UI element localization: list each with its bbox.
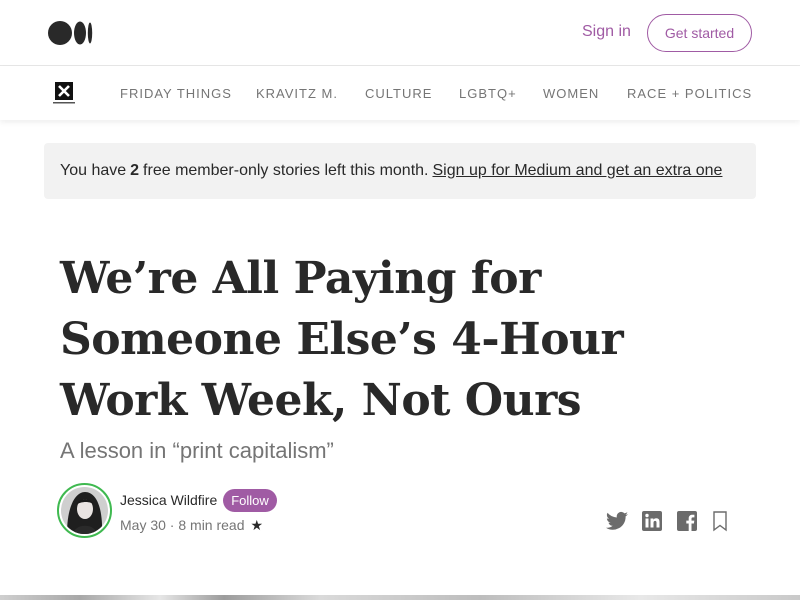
- get-started-button[interactable]: Get started: [647, 14, 752, 52]
- linkedin-icon[interactable]: [640, 509, 664, 533]
- member-star-icon: ★: [250, 517, 264, 533]
- nav-item-race-politics[interactable]: RACE + POLITICS: [627, 86, 752, 101]
- banner-count: 2: [130, 162, 140, 179]
- signup-link[interactable]: Sign up for Medium and get an extra one: [432, 162, 722, 180]
- bookmark-icon[interactable]: [708, 509, 732, 533]
- article-date-readtime: May 30 · 8 min read: [120, 517, 245, 533]
- medium-logo-icon[interactable]: [48, 21, 94, 45]
- nav-item-culture[interactable]: CULTURE: [365, 86, 432, 101]
- nav-item-kravitz-m[interactable]: KRAVITZ M.: [256, 86, 338, 101]
- article-subtitle: A lesson in “print capitalism”: [60, 438, 334, 463]
- publication-nav: FRIDAY THINGS KRAVITZ M. CULTURE LGBTQ+ …: [0, 66, 800, 120]
- twitter-icon[interactable]: [605, 509, 629, 533]
- sign-in-link[interactable]: Sign in: [582, 23, 631, 41]
- author-avatar[interactable]: [57, 483, 112, 538]
- facebook-icon[interactable]: [675, 509, 699, 533]
- publication-x-logo-icon[interactable]: [53, 80, 75, 106]
- nav-item-lgbtq[interactable]: LGBTQ+: [459, 86, 517, 101]
- banner-suffix: free member-only stories left this month…: [143, 162, 429, 179]
- follow-button[interactable]: Follow: [223, 489, 277, 512]
- article-meta: May 30 · 8 min read ★: [120, 517, 263, 534]
- banner-prefix: You have: [60, 162, 127, 179]
- top-bar: Sign in Get started: [0, 0, 800, 66]
- author-photo: [61, 487, 108, 534]
- nav-item-women[interactable]: WOMEN: [543, 86, 599, 101]
- article-title: We’re All Paying for Someone Else’s 4-Ho…: [60, 253, 624, 426]
- nav-item-friday-things[interactable]: FRIDAY THINGS: [120, 86, 232, 101]
- member-stories-banner: You have 2 free member-only stories left…: [44, 143, 756, 199]
- hero-image: [0, 595, 800, 600]
- author-name[interactable]: Jessica Wildfire: [120, 492, 217, 508]
